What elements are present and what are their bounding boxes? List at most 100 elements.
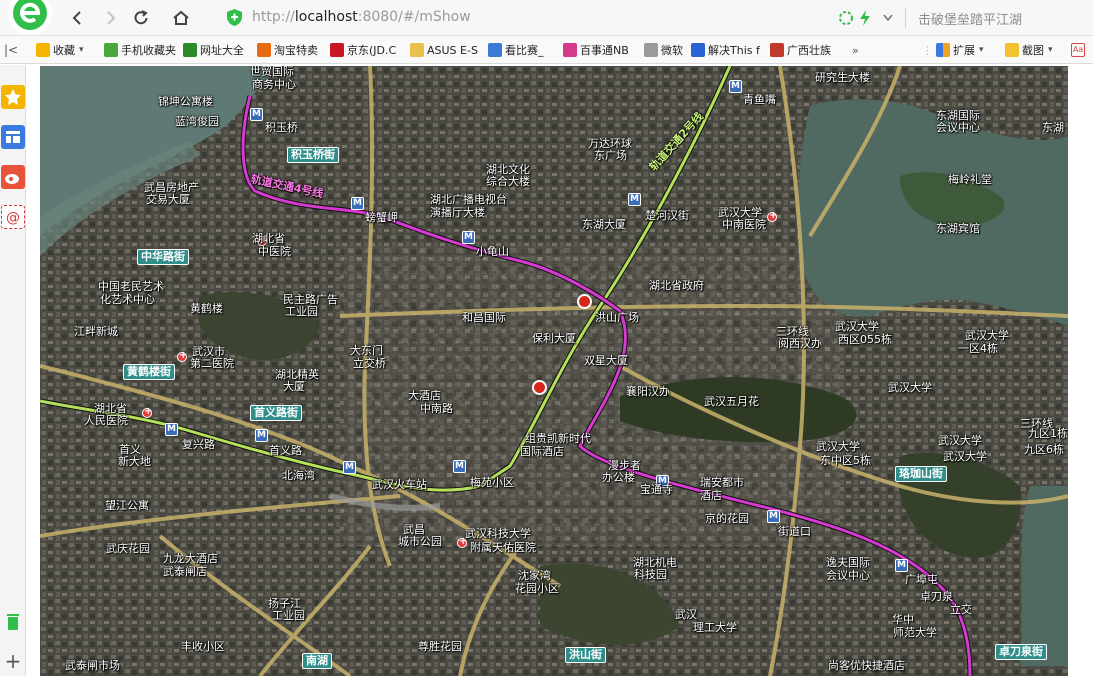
page-scrollbar[interactable] xyxy=(1068,66,1093,676)
map-place-label: 九区1栋 xyxy=(1028,427,1068,440)
map-place-label: 武汉大学 xyxy=(888,381,932,394)
map-place-label: 沈家湾 xyxy=(518,569,551,582)
hospital-icon xyxy=(142,406,152,418)
map-place-label: 工业园 xyxy=(272,609,305,622)
bookmark-item[interactable]: 收藏 ▾ xyxy=(36,41,84,59)
map-place-label: 梅岭礼堂 xyxy=(948,173,992,186)
map-place-label: 卓刀泉 xyxy=(920,590,953,603)
map-place-label: 蓝湾俊园 xyxy=(175,115,219,128)
street-badge: 中华路街 xyxy=(137,249,189,265)
bookmark-item[interactable]: 解决This f xyxy=(691,41,760,59)
search-input[interactable]: 击破堡垒踏平江湖 xyxy=(918,9,1022,28)
metro-station-icon: M xyxy=(729,80,742,93)
reload-icon[interactable] xyxy=(129,6,153,30)
bookmark-item[interactable]: 看比赛_ xyxy=(488,41,544,59)
bookmark-item[interactable]: 手机收藏夹 xyxy=(104,41,176,59)
bookmarks-more-button[interactable]: » xyxy=(852,41,859,59)
map-place-label: 湖北省政府 xyxy=(649,279,704,292)
translate-icon[interactable]: Aa xyxy=(1071,41,1088,59)
browser-sidebar: @ + xyxy=(0,65,26,676)
map-place-label: 丰收小区 xyxy=(181,640,225,653)
bookmark-item[interactable]: ASUS E-S xyxy=(410,41,478,59)
map-place-label: 武汉 xyxy=(675,608,697,621)
bolt-icon xyxy=(860,10,870,26)
bookmark-label: 网址大全 xyxy=(200,44,244,57)
bookmark-item[interactable]: 网址大全 xyxy=(183,41,244,59)
map-place-label: 大厦 xyxy=(283,380,305,393)
sidebar-toggle-icon[interactable]: |< xyxy=(4,41,18,59)
map-place-label: 东湖 xyxy=(1042,121,1064,134)
map-place-label: 大东门 xyxy=(350,344,383,357)
globe-icon xyxy=(183,43,197,57)
map-place-label: 江畔新城 xyxy=(74,325,118,338)
hospital-icon xyxy=(177,350,187,362)
trash-icon[interactable] xyxy=(1,610,25,634)
dropdown-icon xyxy=(883,14,893,22)
map-place-label: 武庆花园 xyxy=(106,542,150,555)
map-place-label: 双星大厦 xyxy=(584,354,628,367)
street-badge: 洪山街 xyxy=(565,647,606,663)
map-place-label: 武泰闸市场 xyxy=(65,659,120,672)
metro-station-icon: M xyxy=(255,429,268,442)
phone-icon xyxy=(104,43,118,57)
metro-station-icon: M xyxy=(453,460,466,473)
back-icon[interactable] xyxy=(66,6,90,30)
street-badge: 珞珈山街 xyxy=(895,466,947,482)
satellite-map[interactable]: 轨道交通4号线 轨道交通2号线 积玉桥街 中华路街 黄鹤楼街 首义路街 南湖 洪… xyxy=(40,66,1068,676)
home-icon[interactable] xyxy=(169,6,193,30)
face-icon xyxy=(563,43,577,57)
bookmark-label: 微软 xyxy=(661,44,683,57)
map-place-label: 青鱼嘴 xyxy=(743,93,776,106)
metro-interchange-icon xyxy=(532,380,547,395)
map-place-label: 师范大学 xyxy=(893,626,937,639)
map-place-label: 阅西汉办 xyxy=(778,337,822,350)
metro-station-icon: M xyxy=(351,197,364,210)
map-place-label: 会议中心 xyxy=(826,569,870,582)
bookmarks-separator: ⋮ xyxy=(922,43,933,57)
map-place-label: 梅苑小区 xyxy=(470,476,514,489)
panel-icon[interactable] xyxy=(1,125,25,149)
metro-station-icon: M xyxy=(250,108,263,121)
map-place-label: 中南路 xyxy=(420,402,453,415)
grid-icon xyxy=(936,43,950,57)
bookmark-item[interactable]: 广西壮族 xyxy=(770,41,831,59)
map-place-label: 花园小区 xyxy=(515,582,559,595)
screenshot-button[interactable]: 截图 ▾ xyxy=(1005,41,1053,59)
map-place-label: 广埠屯 xyxy=(905,573,938,586)
map-place-label: 综合大楼 xyxy=(486,175,530,188)
map-place-label: 小龟山 xyxy=(476,245,509,258)
metro-interchange-icon xyxy=(577,294,592,309)
bookmark-label: 手机收藏夹 xyxy=(121,44,176,57)
extensions-button[interactable]: 扩展 ▾ xyxy=(936,41,984,59)
logo-icon[interactable] xyxy=(8,0,54,36)
bookmark-item[interactable]: 微软 xyxy=(644,41,683,59)
add-icon[interactable]: + xyxy=(1,650,25,674)
bookmark-label: 解决This f xyxy=(708,44,760,57)
chevron-down-icon: ▾ xyxy=(79,45,84,55)
map-place-label: 瑞安都市 xyxy=(700,476,744,489)
map-place-label: 锦坤公寓楼 xyxy=(158,95,213,108)
bookmark-item[interactable]: 京东(JD.C xyxy=(330,41,396,59)
bookmark-item[interactable]: 淘宝特卖 xyxy=(257,41,318,59)
extension-icon[interactable] xyxy=(838,8,908,28)
mail-icon[interactable]: @ xyxy=(1,205,25,229)
map-place-label: 人民医院 xyxy=(84,414,128,427)
map-place-label: 理工大学 xyxy=(693,621,737,634)
map-place-label: 中医院 xyxy=(258,245,291,258)
bookmark-label: ASUS E-S xyxy=(427,43,478,57)
address-bar[interactable]: http://localhost:8080/#/mShow xyxy=(218,4,914,32)
map-place-label: 逸夫国际 xyxy=(826,556,870,569)
weibo-icon[interactable] xyxy=(1,165,25,189)
bookmarks-bar: |< 收藏 ▾ 手机收藏夹 网址大全 淘宝特卖 京东(JD.C ASUS E-S 看比赛_ 百事… xyxy=(0,36,1093,64)
taobao-icon xyxy=(257,43,271,57)
favorites-icon[interactable] xyxy=(1,85,25,109)
metro-station-icon: M xyxy=(628,193,641,206)
map-place-label: 研究生大楼 xyxy=(815,71,870,84)
map-place-label: 九区6栋 xyxy=(1024,443,1064,456)
metro-station-icon: M xyxy=(343,461,356,474)
forward-icon[interactable] xyxy=(98,6,122,30)
bookmark-label: 广西壮族 xyxy=(787,44,831,57)
map-place-label: 望江公寓 xyxy=(105,499,149,512)
bookmark-item[interactable]: 百事通NB xyxy=(563,41,629,59)
map-place-label: 楚河汉街 xyxy=(645,209,689,222)
